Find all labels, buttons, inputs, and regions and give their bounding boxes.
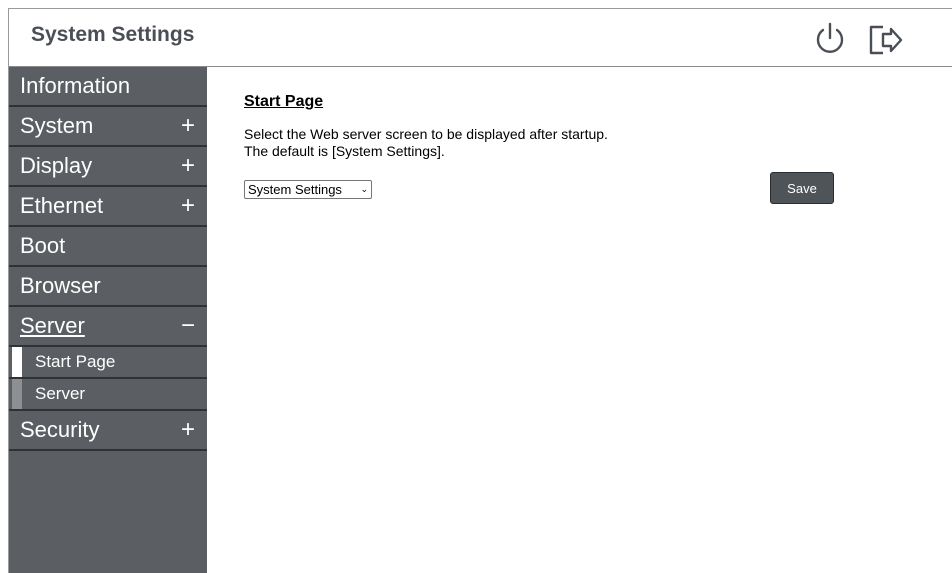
main-content: Start Page Select the Web server screen … <box>207 67 952 573</box>
start-page-select[interactable]: System Settings ⌄ <box>244 180 372 199</box>
sidebar-item-label: Browser <box>20 273 101 298</box>
sidebar-item-label: Information <box>20 73 131 98</box>
page-title: Start Page <box>244 93 324 110</box>
sidebar: Information System + Display + Ethernet … <box>9 67 207 573</box>
sidebar-subitem-label: Start Page <box>35 352 116 371</box>
sidebar-item-label: Display <box>20 153 93 178</box>
sidebar-item-browser[interactable]: Browser <box>9 267 207 307</box>
sidebar-item-information[interactable]: Information <box>9 67 207 107</box>
chevron-down-icon: ⌄ <box>360 184 368 194</box>
logout-icon[interactable] <box>867 21 903 57</box>
save-button[interactable]: Save <box>770 172 834 204</box>
app-frame: System Settings Information System + Dis… <box>8 8 952 573</box>
select-value: System Settings <box>248 182 342 197</box>
sidebar-item-security[interactable]: Security + <box>9 411 207 451</box>
sidebar-item-label: Server <box>20 313 85 338</box>
expand-icon[interactable]: + <box>181 187 195 225</box>
sidebar-item-system[interactable]: System + <box>9 107 207 147</box>
sidebar-subitem-label: Server <box>35 384 86 403</box>
sidebar-item-label: Security <box>20 417 100 442</box>
sidebar-item-server[interactable]: Server − <box>9 307 207 347</box>
expand-icon[interactable]: + <box>181 107 195 145</box>
sidebar-item-display[interactable]: Display + <box>9 147 207 187</box>
description-line: Select the Web server screen to be displ… <box>244 126 608 142</box>
sidebar-item-label: Boot <box>20 233 66 258</box>
sidebar-item-ethernet[interactable]: Ethernet + <box>9 187 207 227</box>
header: System Settings <box>9 9 952 67</box>
selection-marker <box>12 379 22 409</box>
expand-icon[interactable]: + <box>181 411 195 449</box>
app-title: System Settings <box>31 23 195 46</box>
sidebar-item-label: System <box>20 113 94 138</box>
selection-marker <box>12 347 22 377</box>
sidebar-item-label: Ethernet <box>20 193 104 218</box>
description-line: The default is [System Settings]. <box>244 143 445 159</box>
power-icon[interactable] <box>812 21 848 57</box>
collapse-icon[interactable]: − <box>181 307 195 345</box>
sidebar-subitem-start-page[interactable]: Start Page <box>9 347 207 379</box>
sidebar-item-boot[interactable]: Boot <box>9 227 207 267</box>
sidebar-subitem-server[interactable]: Server <box>9 379 207 411</box>
expand-icon[interactable]: + <box>181 147 195 185</box>
page-description: Select the Web server screen to be displ… <box>244 126 608 160</box>
